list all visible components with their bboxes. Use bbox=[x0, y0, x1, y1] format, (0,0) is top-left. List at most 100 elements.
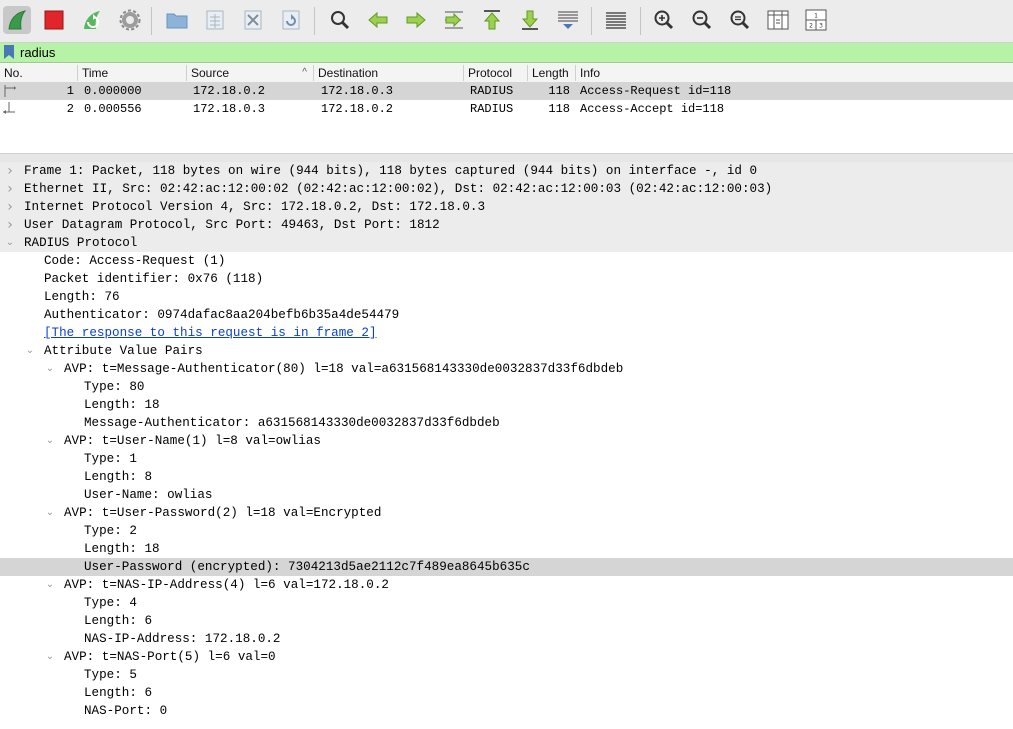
detail-field[interactable]: User-Name: owlias bbox=[0, 486, 1013, 504]
detail-field[interactable]: Length: 18 bbox=[0, 396, 1013, 414]
column-header-source[interactable]: Source ^ bbox=[187, 65, 314, 81]
chevron-down-icon[interactable]: ⌄ bbox=[44, 576, 56, 594]
autoscroll-icon[interactable] bbox=[554, 6, 582, 34]
detail-text: Frame 1: Packet, 118 bytes on wire (944 … bbox=[24, 164, 758, 178]
protocol-tree-node[interactable]: › Internet Protocol Version 4, Src: 172.1… bbox=[0, 198, 1013, 216]
packet-list: No. Time Source ^ Destination Protocol Le… bbox=[0, 64, 1013, 154]
display-filter-input[interactable] bbox=[18, 43, 1002, 61]
detail-field[interactable]: Message-Authenticator: a631568143330de00… bbox=[0, 414, 1013, 432]
detail-field[interactable]: Type: 80 bbox=[0, 378, 1013, 396]
detail-text: Type: 5 bbox=[84, 668, 137, 682]
detail-text: Length: 6 bbox=[84, 614, 153, 628]
chevron-right-icon[interactable]: › bbox=[4, 180, 16, 198]
reload-file-icon[interactable] bbox=[277, 6, 305, 34]
detail-field[interactable]: NAS-Port: 0 bbox=[0, 702, 1013, 720]
detail-field[interactable]: Authenticator: 0974dafac8aa204befb6b35a4… bbox=[0, 306, 1013, 324]
close-file-icon[interactable] bbox=[239, 6, 267, 34]
resize-columns-icon[interactable] bbox=[764, 6, 792, 34]
protocol-tree-node[interactable]: › Ethernet II, Src: 02:42:ac:12:00:02 (02… bbox=[0, 180, 1013, 198]
first-packet-icon[interactable] bbox=[478, 6, 506, 34]
detail-text: Attribute Value Pairs bbox=[44, 344, 203, 358]
column-header-info[interactable]: Info bbox=[576, 65, 1013, 81]
detail-subtree[interactable]: ⌄ AVP: t=NAS-Port(5) l=6 val=0 bbox=[0, 648, 1013, 666]
normal-size-icon[interactable] bbox=[726, 6, 754, 34]
open-folder-icon[interactable] bbox=[163, 6, 191, 34]
svg-text:1: 1 bbox=[814, 13, 818, 20]
display-filter-bar bbox=[0, 43, 1013, 63]
chevron-right-icon[interactable]: › bbox=[4, 198, 16, 216]
detail-field[interactable]: Length: 6 bbox=[0, 684, 1013, 702]
column-header-no[interactable]: No. bbox=[0, 65, 78, 81]
response-frame-link[interactable]: [The response to this request is in fram… bbox=[44, 324, 377, 342]
detail-field[interactable]: NAS-IP-Address: 172.18.0.2 bbox=[0, 630, 1013, 648]
detail-text: Length: 8 bbox=[84, 470, 153, 484]
capture-options-gear-icon[interactable] bbox=[116, 6, 144, 34]
colorize-icon[interactable] bbox=[602, 6, 630, 34]
detail-subtree[interactable]: ⌄ AVP: t=User-Name(1) l=8 val=owlias bbox=[0, 432, 1013, 450]
detail-field[interactable]: Type: 5 bbox=[0, 666, 1013, 684]
packet-row-2[interactable]: 2 0.000556 172.18.0.3 172.18.0.2 RADIUS … bbox=[0, 100, 1013, 118]
detail-field[interactable]: Type: 4 bbox=[0, 594, 1013, 612]
svg-text:3: 3 bbox=[819, 23, 823, 30]
packet-row-1[interactable]: 1 0.000000 172.18.0.2 172.18.0.3 RADIUS … bbox=[0, 82, 1013, 100]
zoom-in-icon[interactable] bbox=[650, 6, 678, 34]
detail-field[interactable]: Type: 2 bbox=[0, 522, 1013, 540]
chevron-down-icon[interactable]: ⌄ bbox=[44, 360, 56, 378]
save-file-icon[interactable] bbox=[201, 6, 229, 34]
detail-field[interactable]: Type: 1 bbox=[0, 450, 1013, 468]
detail-text: RADIUS Protocol bbox=[24, 236, 138, 250]
detail-text: AVP: t=User-Password(2) l=18 val=Encrypt… bbox=[64, 506, 382, 520]
detail-text: Type: 1 bbox=[84, 452, 137, 466]
detail-text: Authenticator: 0974dafac8aa204befb6b35a4… bbox=[44, 308, 400, 322]
bookmark-icon[interactable] bbox=[3, 44, 15, 60]
go-to-packet-icon[interactable] bbox=[440, 6, 468, 34]
chevron-right-icon[interactable]: › bbox=[4, 162, 16, 180]
detail-text: Length: 6 bbox=[84, 686, 153, 700]
main-toolbar: 123 bbox=[0, 0, 1013, 43]
detail-text: Type: 80 bbox=[84, 380, 145, 394]
detail-field[interactable]: Length: 8 bbox=[0, 468, 1013, 486]
protocol-tree-node[interactable]: ⌄ RADIUS Protocol bbox=[0, 234, 1013, 252]
detail-field[interactable]: User-Password (encrypted): 7304213d5ae21… bbox=[0, 558, 1013, 576]
detail-text: Message-Authenticator: a631568143330de00… bbox=[84, 416, 500, 430]
protocol-tree-node[interactable]: › Frame 1: Packet, 118 bytes on wire (944… bbox=[0, 162, 1013, 180]
restart-capture-icon[interactable] bbox=[78, 6, 106, 34]
detail-text: AVP: t=NAS-IP-Address(4) l=6 val=172.18.… bbox=[64, 578, 389, 592]
svg-text:2: 2 bbox=[809, 23, 813, 30]
detail-field[interactable]: Length: 6 bbox=[0, 612, 1013, 630]
detail-subtree[interactable]: ⌄ AVP: t=Message-Authenticator(80) l=18 v… bbox=[0, 360, 1013, 378]
detail-field[interactable]: [The response to this request is in fram… bbox=[0, 324, 1013, 342]
column-header-length[interactable]: Length bbox=[528, 65, 576, 81]
chevron-down-icon[interactable]: ⌄ bbox=[24, 342, 36, 360]
detail-field[interactable]: Length: 76 bbox=[0, 288, 1013, 306]
go-forward-icon[interactable] bbox=[402, 6, 430, 34]
detail-text: AVP: t=NAS-Port(5) l=6 val=0 bbox=[64, 650, 276, 664]
chevron-down-icon[interactable]: ⌄ bbox=[44, 504, 56, 522]
chevron-down-icon[interactable]: ⌄ bbox=[4, 234, 16, 252]
last-packet-icon[interactable] bbox=[516, 6, 544, 34]
detail-field[interactable]: Length: 18 bbox=[0, 540, 1013, 558]
detail-text: Ethernet II, Src: 02:42:ac:12:00:02 (02:… bbox=[24, 182, 773, 196]
protocol-tree-node[interactable]: › User Datagram Protocol, Src Port: 49463… bbox=[0, 216, 1013, 234]
chevron-down-icon[interactable]: ⌄ bbox=[44, 432, 56, 450]
go-back-icon[interactable] bbox=[364, 6, 392, 34]
zoom-out-icon[interactable] bbox=[688, 6, 716, 34]
chevron-down-icon[interactable]: ⌄ bbox=[44, 648, 56, 666]
detail-text: User-Name: owlias bbox=[84, 488, 213, 502]
detail-text: Length: 18 bbox=[84, 542, 160, 556]
column-header-destination[interactable]: Destination bbox=[314, 65, 464, 81]
detail-text: Packet identifier: 0x76 (118) bbox=[44, 272, 264, 286]
chevron-right-icon[interactable]: › bbox=[4, 216, 16, 234]
column-header-protocol[interactable]: Protocol bbox=[464, 65, 528, 81]
layout-icon[interactable]: 123 bbox=[802, 6, 830, 34]
detail-field[interactable]: Packet identifier: 0x76 (118) bbox=[0, 270, 1013, 288]
stop-capture-icon[interactable] bbox=[40, 6, 68, 34]
detail-subtree[interactable]: ⌄ AVP: t=NAS-IP-Address(4) l=6 val=172.18… bbox=[0, 576, 1013, 594]
detail-subtree[interactable]: ⌄ AVP: t=User-Password(2) l=18 val=Encryp… bbox=[0, 504, 1013, 522]
find-packet-icon[interactable] bbox=[326, 6, 354, 34]
detail-subtree[interactable]: ⌄ Attribute Value Pairs bbox=[0, 342, 1013, 360]
shark-fin-start-icon[interactable] bbox=[3, 6, 31, 34]
column-header-time[interactable]: Time bbox=[78, 65, 187, 81]
detail-field[interactable]: Code: Access-Request (1) bbox=[0, 252, 1013, 270]
detail-text: AVP: t=User-Name(1) l=8 val=owlias bbox=[64, 434, 321, 448]
